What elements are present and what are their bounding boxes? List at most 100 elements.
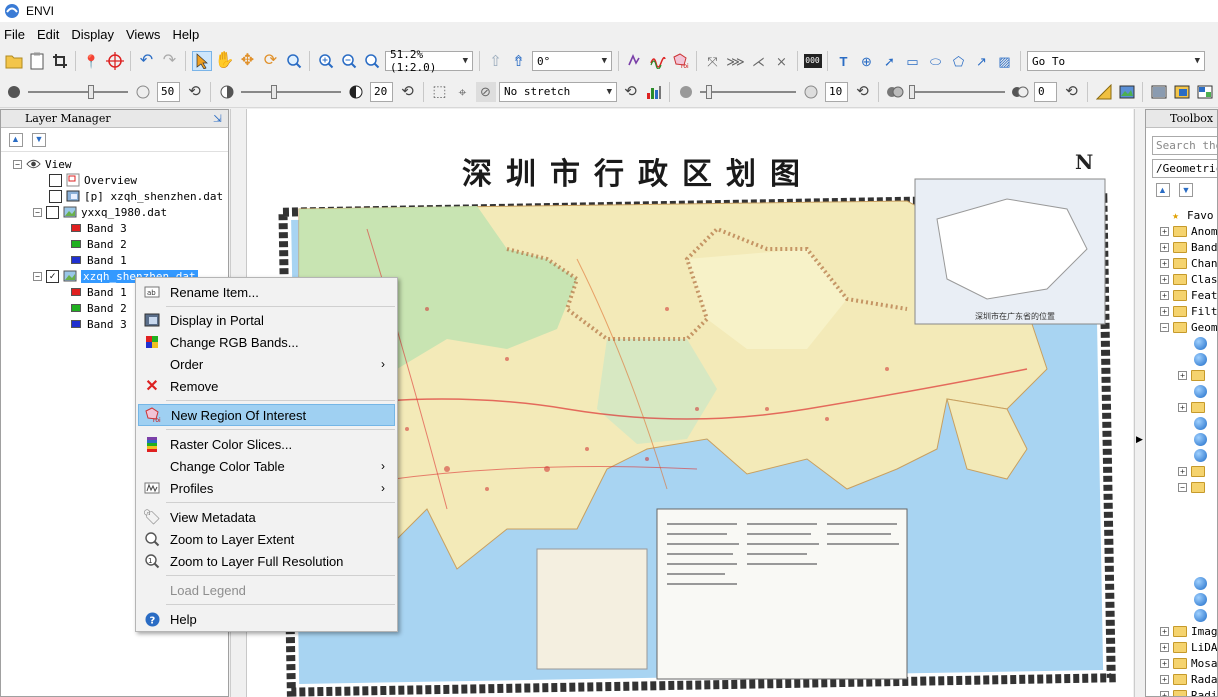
menu-views[interactable]: Views (122, 27, 168, 42)
toolbox-folder[interactable]: + LiDA (1160, 639, 1217, 655)
stretch-lock-icon[interactable]: ⊘ (475, 81, 496, 102)
vector-edit-icon[interactable]: ⋙ (726, 51, 746, 71)
vector-create-icon[interactable]: ⤧ (703, 51, 723, 71)
menu-item-zoom-layer-extent[interactable]: Zoom to Layer Extent (138, 528, 395, 550)
toolbox-search-input[interactable]: Search the (1152, 136, 1217, 155)
multi-view-icon[interactable] (1195, 82, 1215, 102)
menu-edit[interactable]: Edit (33, 27, 67, 42)
open-folder-icon[interactable] (4, 51, 24, 71)
tree-node-band[interactable]: Band 2 (71, 300, 127, 316)
arrow-annotation-icon[interactable]: ➚ (880, 51, 900, 71)
toolbox-folder[interactable]: + Clas (1160, 271, 1217, 287)
picture-annotation-icon[interactable]: ▨ (995, 51, 1015, 71)
toolbox-tool[interactable] (1194, 383, 1211, 399)
collapse-toggle[interactable]: − (33, 207, 42, 217)
tree-node-view[interactable]: − View (13, 156, 72, 172)
reset-contrast-icon[interactable]: ⟲ (398, 82, 418, 102)
menu-item-remove[interactable]: ✕ Remove (138, 375, 395, 397)
sharpen-slider-thumb[interactable] (706, 84, 712, 99)
toolbox-folder[interactable]: + Band (1160, 239, 1217, 255)
contrast-slider[interactable] (241, 82, 341, 102)
toolbox-tool[interactable] (1194, 431, 1211, 447)
undo-icon[interactable]: ↶ (137, 51, 157, 71)
expand-toggle[interactable]: + (1160, 658, 1169, 668)
zoom-level-select[interactable]: 51.2% (1:2.0) ▼ (385, 48, 473, 74)
toolbox-folder[interactable]: + Anom (1160, 223, 1217, 239)
tree-node-yxxq-raster[interactable]: − yxxq_1980.dat (33, 204, 167, 220)
tree-node-band[interactable]: Band 3 (71, 220, 127, 236)
transparency-value[interactable]: 0 (1034, 81, 1057, 102)
measure-icon[interactable] (1094, 82, 1114, 102)
tree-node-band[interactable]: Band 2 (71, 236, 127, 252)
crop-icon[interactable] (50, 51, 70, 71)
menu-item-new-roi[interactable]: roi New Region Of Interest (138, 404, 395, 426)
collapse-toggle[interactable]: − (1160, 322, 1169, 332)
rotate-right-icon[interactable]: ⇮ (509, 51, 529, 71)
zoom-extent-icon[interactable] (362, 51, 382, 71)
expand-all-icon[interactable]: ▲ (8, 132, 23, 147)
menu-item-order[interactable]: Order › (138, 353, 395, 375)
expand-toggle[interactable]: + (1160, 674, 1169, 684)
right-splitter[interactable]: ▶ (1134, 109, 1143, 697)
layer-visibility-checkbox[interactable] (49, 173, 62, 187)
brightness-slider-thumb[interactable] (88, 84, 94, 99)
tree-node-band[interactable]: Band 3 (71, 316, 127, 332)
fly-icon[interactable]: ✥ (238, 51, 258, 71)
expand-toggle[interactable]: + (1160, 258, 1169, 268)
menu-item-change-color-table[interactable]: Change Color Table › (138, 455, 395, 477)
join-vector-icon[interactable]: ⨯ (772, 51, 792, 71)
toolbox-folder[interactable]: + Radi (1160, 687, 1217, 696)
layer-visibility-checkbox[interactable] (46, 205, 59, 219)
expand-toggle[interactable]: + (1160, 626, 1169, 636)
layer-visibility-checkbox[interactable]: ✓ (46, 269, 59, 283)
reset-transparency-icon[interactable]: ⟲ (1062, 82, 1082, 102)
menu-item-zoom-full-resolution[interactable]: 1 Zoom to Layer Full Resolution (138, 550, 395, 572)
expand-toggle[interactable]: + (1178, 466, 1187, 476)
roi-tool-icon[interactable]: roi (671, 51, 691, 71)
pin-icon[interactable]: 📍 (82, 51, 102, 71)
toolbox-tool[interactable] (1194, 335, 1211, 351)
reset-brightness-icon[interactable]: ⟲ (185, 82, 205, 102)
vector-count-icon[interactable]: 000 (803, 54, 822, 68)
collapse-toggle[interactable]: − (1178, 482, 1187, 492)
layer-visibility-checkbox[interactable] (49, 189, 62, 203)
toolbox-subfolder[interactable]: + (1178, 367, 1209, 383)
expand-toggle[interactable]: + (1160, 274, 1169, 284)
sharpen-slider[interactable] (700, 82, 796, 102)
collapse-toggle[interactable]: − (13, 159, 22, 169)
toolbox-tool[interactable] (1194, 351, 1211, 367)
menu-item-rename[interactable]: ab Rename Item... (138, 281, 395, 303)
goto-field[interactable]: Go To ▼ (1027, 51, 1205, 71)
data-manager-icon[interactable] (27, 51, 47, 71)
toolbox-subfolder[interactable]: + (1178, 463, 1209, 479)
toolbox-tool[interactable] (1194, 591, 1211, 607)
expand-toggle[interactable]: + (1160, 690, 1169, 696)
reset-sharpen-icon[interactable]: ⟲ (853, 82, 873, 102)
menu-item-profiles[interactable]: Profiles › (138, 477, 395, 499)
select-pointer-icon[interactable] (191, 51, 212, 71)
zoom-tool-icon[interactable] (284, 51, 304, 71)
tree-node-overview[interactable]: Overview (49, 172, 137, 188)
full-extent-icon[interactable]: ⬚ (430, 82, 450, 102)
text-annotation-icon[interactable]: T (834, 51, 854, 71)
menu-item-display-in-portal[interactable]: Display in Portal (138, 309, 395, 331)
toolbox-tool[interactable] (1194, 447, 1211, 463)
contrast-slider-thumb[interactable] (271, 84, 277, 99)
redo-icon[interactable]: ↷ (160, 51, 180, 71)
reset-stretch-icon[interactable]: ⟲ (621, 82, 641, 102)
transparency-slider-thumb[interactable] (909, 84, 915, 99)
crosshair-icon[interactable] (105, 51, 125, 71)
undock-icon[interactable]: ⇲ (213, 112, 222, 125)
image-properties-icon[interactable] (1117, 82, 1137, 102)
polyline-annotation-icon[interactable]: ↗ (972, 51, 992, 71)
toolbox-folder[interactable]: + Filt (1160, 303, 1217, 319)
menu-item-raster-color-slices[interactable]: Raster Color Slices... (138, 433, 395, 455)
toolbox-folder-favorites[interactable]: ★ Favo (1168, 207, 1213, 223)
pan-hand-icon[interactable]: ✋ (215, 51, 235, 71)
single-view-icon[interactable] (1149, 82, 1169, 102)
toolbox-tool[interactable] (1194, 575, 1211, 591)
rotate-left-icon[interactable]: ⇧ (486, 51, 506, 71)
toolbox-subfolder[interactable]: + (1178, 399, 1209, 415)
expand-toggle[interactable]: + (1178, 370, 1187, 380)
toolbox-tool[interactable] (1194, 607, 1211, 623)
